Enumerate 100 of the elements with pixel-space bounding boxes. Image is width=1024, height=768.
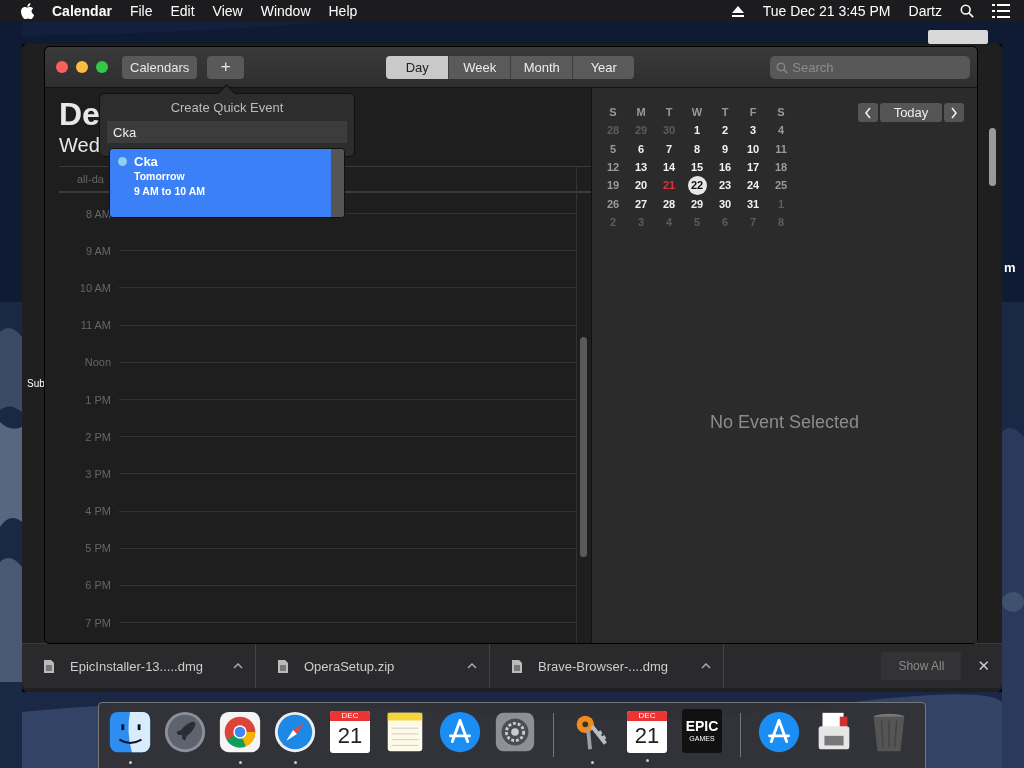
calendar-day[interactable]: 13 xyxy=(631,158,651,177)
calendar-day[interactable]: 11 xyxy=(771,139,791,158)
app-menu[interactable]: Calendar xyxy=(52,3,112,19)
calendar-day[interactable]: 8 xyxy=(687,139,707,158)
search-icon[interactable] xyxy=(960,4,974,18)
calendar-day[interactable]: 3 xyxy=(743,121,763,140)
calendar-day[interactable]: 30 xyxy=(715,194,735,213)
calendar-day[interactable]: 28 xyxy=(659,194,679,213)
menu-item[interactable]: Help xyxy=(328,3,358,19)
menu-item[interactable]: Window xyxy=(260,3,311,19)
calendar-day[interactable]: 6 xyxy=(631,139,651,158)
view-tab[interactable]: Month xyxy=(511,55,573,79)
menu-item[interactable]: File xyxy=(129,3,153,19)
scrollbar-thumb[interactable] xyxy=(580,337,587,557)
calendar-day[interactable]: 23 xyxy=(715,176,735,195)
calendar-day[interactable]: 15 xyxy=(687,158,707,177)
calendar-day[interactable]: 4 xyxy=(771,121,791,140)
hour-label: 4 PM xyxy=(84,505,112,518)
calendar-day[interactable]: 22 xyxy=(687,175,707,195)
dock-app[interactable]: DEC 21 xyxy=(326,709,374,767)
calendar-day[interactable]: 27 xyxy=(631,194,651,213)
chevron-right-icon xyxy=(950,106,958,119)
calendar-day[interactable]: 5 xyxy=(603,139,623,158)
view-tab[interactable]: Day xyxy=(386,55,449,79)
download-name[interactable]: Brave-Browser-....dmg xyxy=(538,658,701,674)
suggestion-day: Tomorrow xyxy=(118,169,323,184)
hour-label: 2 PM xyxy=(84,430,112,443)
suggestion-title: Cka xyxy=(134,154,158,169)
next-button[interactable] xyxy=(944,103,964,122)
hour-label: 3 PM xyxy=(84,467,112,480)
today-button[interactable]: Today xyxy=(880,103,942,122)
hour-label: 11 AM xyxy=(79,319,112,332)
view-tab[interactable]: Week xyxy=(449,55,511,79)
list-icon[interactable] xyxy=(992,4,1010,18)
popover-title: Create Quick Event xyxy=(170,100,284,115)
menu-clock[interactable]: Tue Dec 21 3:45 PM xyxy=(762,3,891,19)
scrollbar-thumb[interactable] xyxy=(989,128,996,186)
view-tab[interactable]: Year xyxy=(573,55,635,79)
hour-label: 9 AM xyxy=(84,244,112,257)
calendar-day[interactable]: 14 xyxy=(659,158,679,177)
chevron-left-icon xyxy=(864,106,872,119)
weekday-header: F xyxy=(749,106,757,119)
calendar-day[interactable]: 19 xyxy=(603,176,623,195)
search-icon xyxy=(776,61,789,74)
file-icon[interactable] xyxy=(278,659,288,673)
close-button[interactable] xyxy=(56,61,68,73)
calendar-app-icon: DEC 21 xyxy=(330,711,370,753)
event-input-field[interactable]: Cka xyxy=(107,121,347,143)
menu-item[interactable]: Edit xyxy=(170,3,195,19)
eject-icon[interactable] xyxy=(730,4,745,18)
close-button[interactable]: ✕ xyxy=(973,657,994,675)
dock-app[interactable]: DEC 21 xyxy=(623,709,671,767)
caret-icon[interactable] xyxy=(233,663,243,669)
date-title: De xyxy=(59,96,100,132)
file-icon[interactable] xyxy=(44,659,54,673)
download-name[interactable]: OperaSetup.zip xyxy=(304,658,467,674)
minimize-button[interactable] xyxy=(76,61,88,73)
calendar-day[interactable]: 20 xyxy=(631,176,651,195)
calendar-day[interactable]: 24 xyxy=(743,176,763,195)
file-icon[interactable] xyxy=(512,659,522,673)
calendar-day[interactable]: 29 xyxy=(687,194,707,213)
previous-button[interactable] xyxy=(858,103,878,122)
calendars-button[interactable]: Calendars xyxy=(122,55,198,79)
calendar-day[interactable]: 7 xyxy=(659,139,679,158)
calendar-day[interactable]: 17 xyxy=(743,158,763,177)
calendar-day[interactable]: 12 xyxy=(603,158,623,177)
calendar-day[interactable]: 10 xyxy=(743,139,763,158)
calendar-day[interactable]: 9 xyxy=(715,139,735,158)
show-all-button[interactable]: Show All xyxy=(881,652,962,680)
user-name[interactable]: Dartz xyxy=(908,3,942,19)
caret-icon[interactable] xyxy=(701,663,711,669)
weekday-header: T xyxy=(665,106,673,119)
weekday-header: T xyxy=(721,106,729,119)
finder-face-icon xyxy=(107,709,153,755)
calendar-day[interactable]: 16 xyxy=(715,158,735,177)
weekday-header: S xyxy=(609,106,617,119)
caret-icon[interactable] xyxy=(467,663,477,669)
suggestion-time: 9 AM to 10 AM xyxy=(133,184,206,199)
app-store-icon xyxy=(756,709,802,755)
hour-label: 1 PM xyxy=(84,393,112,406)
calendar-day[interactable]: 26 xyxy=(603,194,623,213)
browser-logo-icon xyxy=(217,709,263,755)
download-name[interactable]: EpicInstaller-13.....dmg xyxy=(70,658,233,674)
weekday-header: S xyxy=(777,106,785,119)
all-day-label: all-da xyxy=(77,173,104,185)
calendar-day[interactable]: 31 xyxy=(743,194,763,213)
add-button[interactable]: + xyxy=(207,55,245,79)
calendar-day[interactable]: 2 xyxy=(715,121,735,140)
app-store-icon xyxy=(437,709,483,755)
event-suggestion[interactable]: Cka Tomorrow 9 AM to 10 AM xyxy=(109,148,345,218)
calendar-day[interactable]: 1 xyxy=(687,121,707,140)
calendar-day[interactable]: 18 xyxy=(771,158,791,177)
calendar-dot-icon xyxy=(118,157,127,166)
menu-item[interactable]: View xyxy=(212,3,243,19)
zoom-button[interactable] xyxy=(96,61,108,73)
calendar-day[interactable]: 25 xyxy=(771,176,791,195)
weekday-title: Wed xyxy=(59,133,100,158)
hour-label: 7 PM xyxy=(84,616,112,629)
scrollbar xyxy=(331,149,344,217)
apple-icon[interactable] xyxy=(20,3,34,19)
